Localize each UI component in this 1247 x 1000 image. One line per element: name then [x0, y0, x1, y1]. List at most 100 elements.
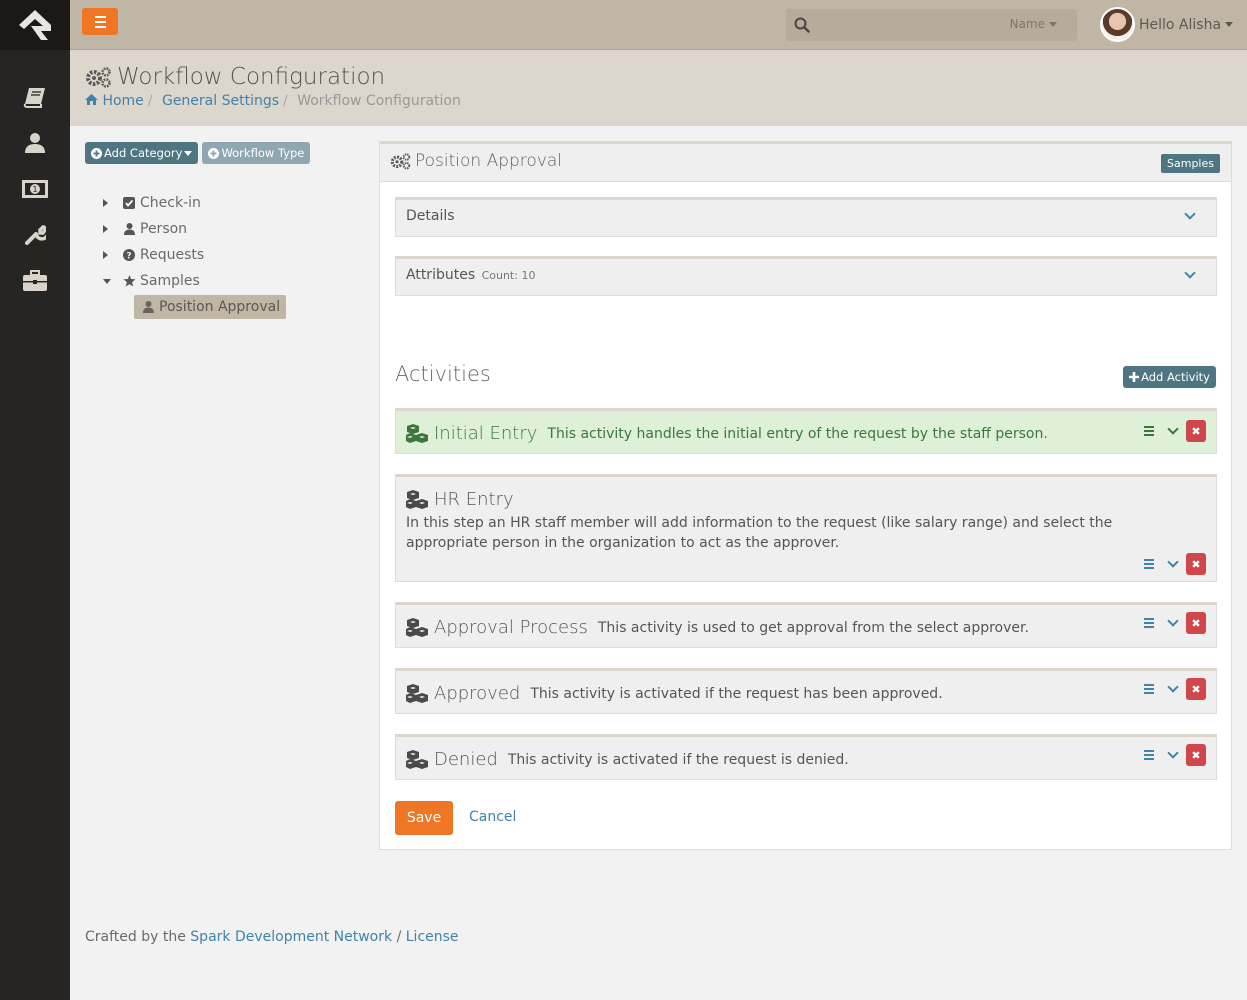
add-category-label: Add Category	[104, 146, 183, 160]
activity-approved: Approved This activity is activated if t…	[395, 668, 1217, 714]
breadcrumb-general-settings[interactable]: General Settings	[162, 93, 279, 109]
tree-node-label: Position Approval	[159, 299, 281, 315]
activity-hr-entry: HR Entry In this step an HR staff member…	[395, 474, 1217, 582]
plus-circle-icon	[91, 147, 102, 159]
workflow-type-panel: Position Approval Samples Details Attrib…	[379, 141, 1232, 850]
expand-activity-button[interactable]	[1160, 420, 1186, 442]
activity-description: This activity handles the initial entry …	[547, 425, 1048, 442]
sidebar-item-people[interactable]	[0, 120, 70, 166]
page-header: Workflow Configuration Home / General Set…	[70, 50, 1247, 126]
svg-text:?: ?	[126, 252, 131, 262]
search-filter-dropdown[interactable]: Name	[1010, 17, 1057, 31]
breadcrumb-home-label: Home	[102, 93, 144, 109]
caret-down-icon	[1225, 22, 1234, 27]
cancel-link[interactable]: Cancel	[469, 809, 516, 825]
add-category-button[interactable]: Add Category	[85, 142, 199, 164]
plus-icon	[1129, 372, 1140, 382]
delete-activity-button[interactable]: ✖	[1186, 678, 1206, 700]
spark-link[interactable]: Spark Development Network	[190, 929, 392, 945]
expand-icon[interactable]	[103, 225, 121, 233]
breadcrumb: Home / General Settings / Workflow Configu…	[85, 93, 461, 109]
book-icon	[23, 88, 45, 108]
tree-node-label: Samples	[140, 273, 200, 289]
expand-activity-button[interactable]	[1160, 678, 1186, 700]
expand-activity-button[interactable]	[1160, 612, 1186, 634]
add-activity-label: Add Activity	[1141, 370, 1210, 384]
section-title: Details	[406, 208, 455, 224]
caret-down-icon	[1049, 22, 1057, 27]
search-filter-label: Name	[1009, 17, 1045, 31]
search-input[interactable]	[820, 13, 1000, 37]
footer: Crafted by the Spark Development Network…	[85, 929, 459, 945]
tree-node-person[interactable]: Person	[103, 216, 286, 242]
sidebar-item-tools[interactable]	[0, 212, 70, 258]
add-workflow-type-button[interactable]: Workflow Type	[202, 142, 311, 164]
avatar	[1100, 7, 1135, 42]
sidebar-item-finance[interactable]: 1	[0, 166, 70, 212]
breadcrumb-home[interactable]: Home	[85, 93, 144, 109]
page-title: Workflow Configuration	[85, 64, 385, 90]
close-icon: ✖	[1191, 748, 1201, 762]
tree-node-label: Check-in	[140, 195, 201, 211]
attributes-count: Count: 10	[481, 269, 536, 282]
search-icon[interactable]	[794, 17, 810, 33]
expand-activity-button[interactable]	[1160, 744, 1186, 766]
add-activity-button[interactable]: Add Activity	[1123, 366, 1216, 388]
reorder-handle-icon[interactable]	[1138, 553, 1160, 575]
expand-icon[interactable]	[103, 199, 121, 207]
logo-icon	[19, 10, 51, 40]
tree-node-requests[interactable]: ? Requests	[103, 242, 286, 268]
category-badge: Samples	[1161, 154, 1220, 173]
collapse-icon[interactable]	[103, 278, 121, 284]
attributes-section-header[interactable]: Attributes Count: 10	[395, 256, 1217, 296]
page-title-text: Workflow Configuration	[117, 64, 386, 90]
delete-activity-button[interactable]: ✖	[1186, 612, 1206, 634]
activity-approval-process: Approval Process This activity is used t…	[395, 602, 1217, 648]
activities-heading: Activities	[395, 362, 491, 386]
reorder-handle-icon[interactable]	[1138, 678, 1160, 700]
expand-icon[interactable]	[103, 251, 121, 259]
footer-separator: /	[396, 929, 402, 945]
license-link[interactable]: License	[406, 929, 459, 945]
tree-node-samples[interactable]: Samples	[103, 268, 286, 294]
activity-name: Denied	[434, 749, 498, 770]
hamburger-icon	[94, 14, 106, 29]
cubes-icon	[406, 684, 429, 703]
home-icon	[85, 94, 98, 105]
user-menu[interactable]: Hello Alisha	[1100, 7, 1234, 42]
delete-activity-button[interactable]: ✖	[1186, 744, 1206, 766]
delete-activity-button[interactable]: ✖	[1186, 553, 1206, 575]
gears-icon	[86, 67, 111, 88]
tree-node-position-approval[interactable]: Position Approval	[134, 295, 287, 319]
reorder-handle-icon[interactable]	[1138, 612, 1160, 634]
rock-logo[interactable]	[0, 0, 70, 50]
activity-name: Approved	[434, 683, 521, 704]
tree-node-label: Person	[140, 221, 188, 237]
category-tree: Check-in Person ? Requests Samples Posit…	[103, 190, 287, 319]
activity-description: In this step an HR staff member will add…	[406, 515, 1113, 551]
footer-prefix: Crafted by the	[85, 929, 186, 945]
delete-activity-button[interactable]: ✖	[1186, 420, 1206, 442]
reorder-handle-icon[interactable]	[1138, 420, 1160, 442]
close-icon: ✖	[1191, 682, 1201, 696]
chevron-down-icon	[1184, 267, 1196, 279]
activity-name: Initial Entry	[434, 423, 538, 444]
expand-activity-button[interactable]	[1160, 553, 1186, 575]
close-icon: ✖	[1191, 557, 1201, 571]
activity-description: This activity is used to get approval fr…	[597, 619, 1029, 636]
attributes-title: Attributes	[406, 267, 476, 283]
cubes-icon	[406, 424, 429, 443]
details-section-header[interactable]: Details	[395, 197, 1217, 237]
gears-icon	[390, 153, 411, 170]
wrench-icon	[25, 225, 46, 245]
menu-toggle-button[interactable]	[82, 8, 118, 35]
reorder-handle-icon[interactable]	[1138, 744, 1160, 766]
workflow-type-label: Workflow Type	[221, 146, 305, 160]
save-button[interactable]: Save	[395, 801, 453, 835]
sidebar-item-admin[interactable]	[0, 258, 70, 304]
sidebar-item-dashboard[interactable]	[0, 74, 70, 120]
chevron-down-icon	[1184, 208, 1196, 220]
tree-node-check-in[interactable]: Check-in	[103, 190, 286, 216]
app-sidebar: 1	[0, 0, 70, 1000]
user-icon	[140, 301, 156, 313]
